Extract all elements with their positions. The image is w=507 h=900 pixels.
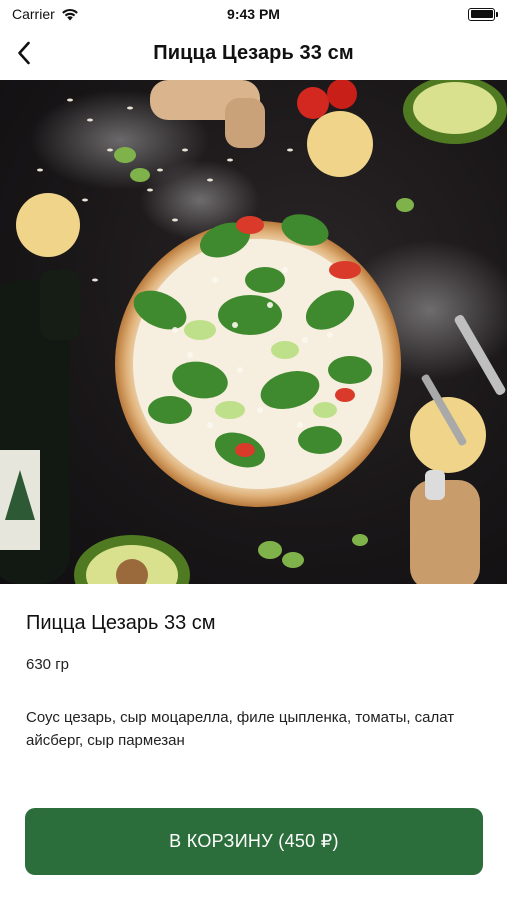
status-left: Carrier (12, 6, 79, 22)
page-title: Пицца Цезарь 33 см (153, 41, 354, 64)
pizza-photo-illustration (0, 80, 507, 584)
product-weight: 630 гр (26, 656, 70, 673)
add-to-cart-button[interactable]: В КОРЗИНУ (450 ₽) (25, 808, 483, 875)
status-bar: Carrier 9:43 PM (0, 0, 507, 28)
product-name: Пицца Цезарь 33 см (26, 612, 216, 634)
carrier-label: Carrier (12, 6, 55, 22)
product-image (0, 80, 507, 584)
wifi-icon (61, 8, 78, 20)
battery-icon (468, 7, 498, 21)
chevron-left-icon (18, 41, 30, 65)
status-time: 9:43 PM (227, 6, 280, 22)
product-description: Соус цезарь, сыр моцарелла, филе цыпленк… (26, 709, 455, 749)
nav-bar: Пицца Цезарь 33 см (0, 28, 507, 78)
back-button[interactable] (6, 35, 42, 71)
